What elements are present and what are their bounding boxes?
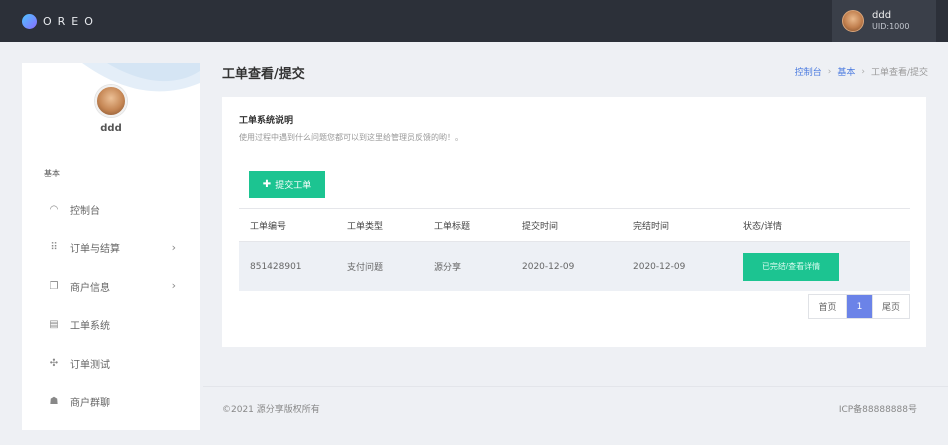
top-bar: OREO ddd UID:1000 xyxy=(0,0,948,42)
sidebar-item-label: 控制台 xyxy=(70,205,100,217)
table-header: 工单编号 工单类型 工单标题 提交时间 完结时间 状态/详情 xyxy=(239,208,910,242)
user-name: ddd xyxy=(872,10,892,21)
sidebar-item-label: 商户信息 xyxy=(70,282,110,294)
ticket-status-cell: 已完结/查看详情 xyxy=(743,252,910,281)
column-header: 工单类型 xyxy=(347,221,384,232)
grid-icon: ⠿ xyxy=(50,242,58,254)
sidebar-item-order-test[interactable]: ✣ 订单测试 xyxy=(22,344,200,383)
user-uid: UID:1000 xyxy=(872,22,910,31)
sidebar-item-label: 工单系统 xyxy=(70,321,110,333)
breadcrumb-basic[interactable]: 基本 xyxy=(837,65,855,78)
first-page-button[interactable]: 首页 xyxy=(809,295,847,318)
ticket-title: 源分享 xyxy=(434,263,462,273)
ticket-type: 支付问题 xyxy=(347,263,384,273)
sidebar-item-dashboard[interactable]: ◠ 控制台 xyxy=(22,190,200,229)
logo-text: OREO xyxy=(43,14,99,28)
sidebar-menu: ◠ 控制台 ⠿ 订单与结算 › ❐ 商户信息 › ▤ 工单系统 ✣ 订单测试 ☗… xyxy=(22,190,200,421)
logo-mark-icon xyxy=(22,13,37,29)
footer-divider xyxy=(203,386,948,387)
sidebar-item-orders[interactable]: ⠿ 订单与结算 › xyxy=(22,229,200,268)
ticket-completed: 2020-12-09 xyxy=(633,261,686,272)
footer-copyright: ©2021 源分享版权所有 xyxy=(222,405,320,415)
chevron-right-icon: › xyxy=(171,240,176,254)
sidebar-item-label: 订单与结算 xyxy=(70,244,120,256)
pagination: 首页 1 尾页 xyxy=(808,294,910,319)
chevron-right-icon: › xyxy=(171,279,176,292)
submit-ticket-label: 提交工单 xyxy=(275,180,312,190)
sidebar-item-merchant-chat[interactable]: ☗ 商户群聊 xyxy=(22,383,200,422)
table-row: 851428901 支付问题 源分享 2020-12-09 2020-12-09… xyxy=(239,242,910,291)
card-title: 工单系统说明 xyxy=(239,116,294,126)
ticket-id: 851428901 xyxy=(250,261,302,272)
sidebar-item-merchant-info[interactable]: ❐ 商户信息 › xyxy=(22,267,200,306)
sidebar-section-label: 基本 xyxy=(44,169,60,178)
sidebar: ddd 基本 ◠ 控制台 ⠿ 订单与结算 › ❐ 商户信息 › ▤ 工单系统 ✣… xyxy=(22,63,200,430)
ticket-submitted: 2020-12-09 xyxy=(522,261,575,272)
avatar xyxy=(842,10,864,32)
profile-username: ddd xyxy=(100,123,122,134)
breadcrumb-separator: › xyxy=(861,66,865,77)
ticket-table: 工单编号 工单类型 工单标题 提交时间 完结时间 状态/详情 851428901… xyxy=(239,208,910,291)
breadcrumb: 控制台 › 基本 › 工单查看/提交 xyxy=(795,65,928,79)
breadcrumb-current: 工单查看/提交 xyxy=(870,68,928,78)
submit-ticket-button[interactable]: ✚ 提交工单 xyxy=(249,171,325,198)
breadcrumb-dashboard[interactable]: 控制台 xyxy=(795,65,822,78)
current-page-button[interactable]: 1 xyxy=(847,295,872,318)
group-icon: ☗ xyxy=(49,396,59,408)
column-header: 工单标题 xyxy=(434,221,471,232)
sidebar-item-label: 商户群聊 xyxy=(70,398,110,410)
ticket-card: 工单系统说明 使用过程中遇到什么问题您都可以到这里给管理员反馈的哟！。 ✚ 提交… xyxy=(222,97,926,347)
sidebar-item-tickets[interactable]: ▤ 工单系统 xyxy=(22,306,200,345)
profile-avatar[interactable] xyxy=(95,85,127,117)
column-header: 完结时间 xyxy=(633,221,670,232)
user-info: ddd UID:1000 xyxy=(872,10,909,32)
ticket-icon: ▤ xyxy=(49,319,59,331)
column-header: 状态/详情 xyxy=(743,221,783,232)
user-menu[interactable]: ddd UID:1000 xyxy=(832,0,936,42)
dashboard-icon: ◠ xyxy=(49,203,59,215)
footer-icp[interactable]: ICP备88888888号 xyxy=(839,402,917,415)
column-header: 提交时间 xyxy=(522,221,559,232)
view-details-button[interactable]: 已完结/查看详情 xyxy=(743,252,839,281)
breadcrumb-separator: › xyxy=(827,66,832,77)
card-description: 使用过程中遇到什么问题您都可以到这里给管理员反馈的哟！。 xyxy=(239,133,463,142)
logo[interactable]: OREO xyxy=(22,12,99,30)
sidebar-item-label: 订单测试 xyxy=(70,359,110,371)
plus-icon: ✚ xyxy=(262,179,272,190)
copy-icon: ❐ xyxy=(49,280,59,292)
page-title: 工单查看/提交 xyxy=(222,67,305,82)
column-header: 工单编号 xyxy=(250,221,287,232)
test-icon: ✣ xyxy=(49,357,59,369)
last-page-button[interactable]: 尾页 xyxy=(872,295,909,318)
